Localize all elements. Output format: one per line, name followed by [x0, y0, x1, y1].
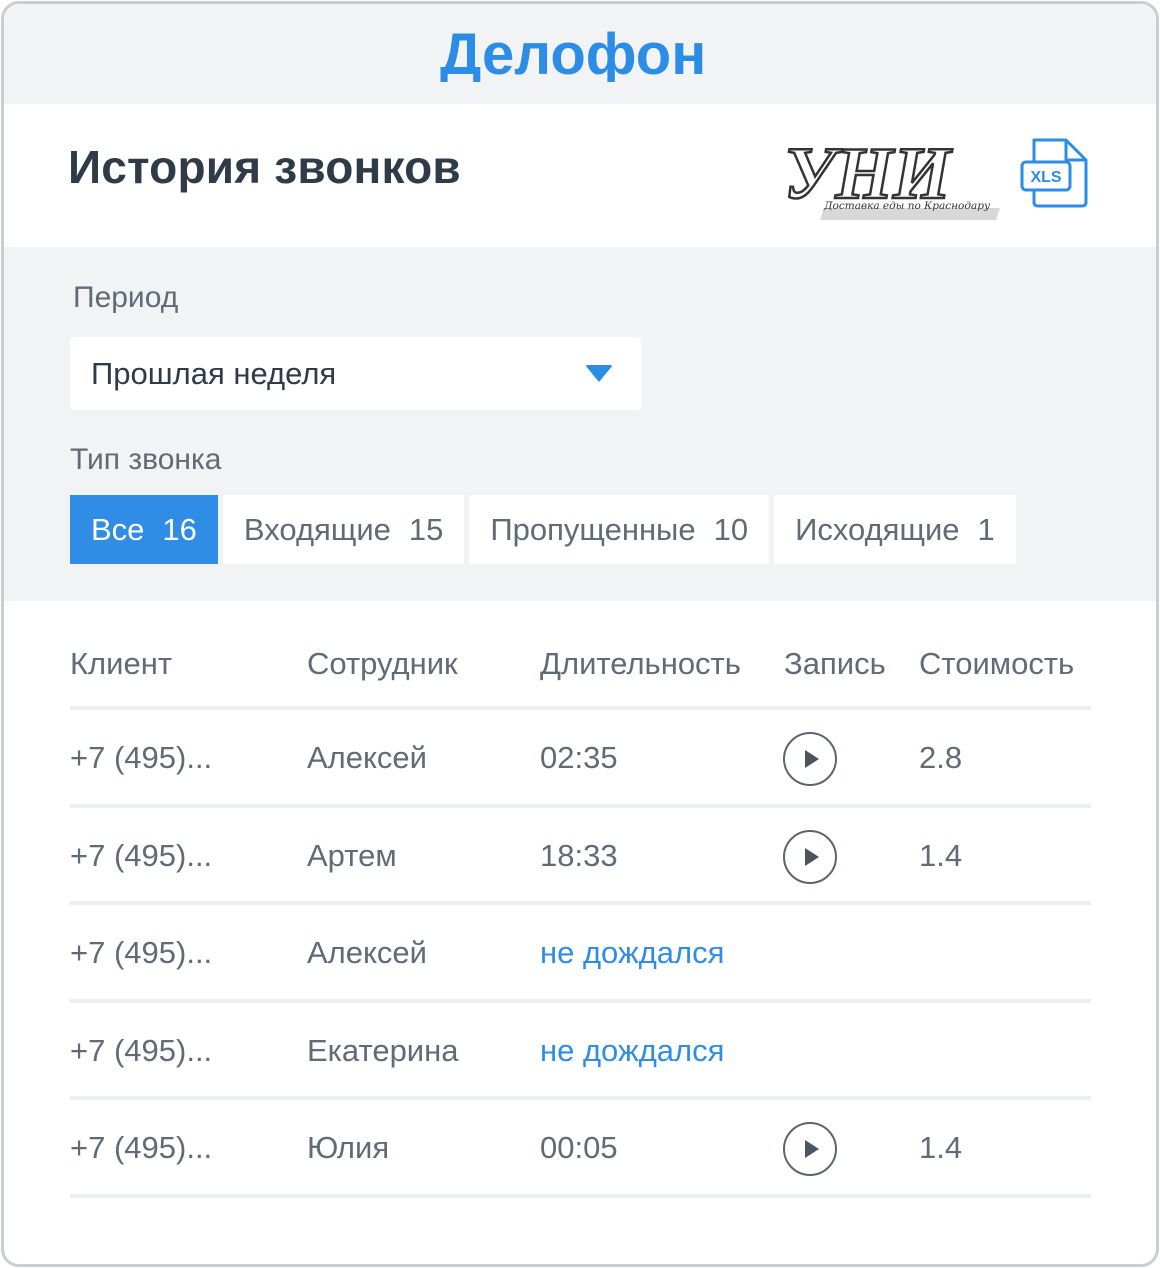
employee-name: Алексей [307, 935, 427, 971]
brand-name: Делофон [440, 26, 706, 82]
tab-missed[interactable]: Пропущенные 10 [469, 495, 770, 564]
call-type-tabs: Все 16 Входящие 15 Пропущенные 10 Исходя… [70, 495, 1016, 564]
column-header-client[interactable]: Клиент [70, 646, 172, 682]
tab-label: Пропущенные [490, 511, 696, 547]
tab-label: Входящие [243, 511, 391, 547]
employee-name: Алексей [307, 740, 427, 775]
delofon-logo-icon: Делофон [440, 26, 706, 82]
brand-logo[interactable]: Делофон [440, 26, 720, 82]
client-phone: +7 (495)... [70, 1130, 213, 1166]
column-header-duration[interactable]: Длительность [540, 646, 741, 682]
tab-label: Все [91, 511, 145, 547]
employee-name: Артем [307, 837, 397, 873]
play-icon[interactable] [783, 732, 837, 786]
table-row[interactable]: +7 (495)... Алексей не дождался [70, 905, 1091, 1003]
play-icon[interactable] [783, 1122, 837, 1177]
call-type-label: Тип звонка [70, 443, 222, 476]
employee-name: Юлия [307, 1130, 390, 1166]
period-label: Период [73, 281, 179, 314]
chevron-down-icon [585, 365, 613, 382]
column-header-cost[interactable]: Стоимость [919, 646, 1074, 682]
xls-file-icon: XLS [1020, 138, 1088, 208]
call-cost: 2.8 [919, 740, 963, 775]
call-duration: 02:35 [540, 740, 618, 775]
table-row[interactable]: +7 (495)... Артем 18:33 1.4 [70, 808, 1091, 906]
call-duration: 18:33 [540, 837, 618, 873]
tab-all[interactable]: Все 16 [70, 495, 218, 564]
tab-count: 1 [977, 511, 995, 547]
calls-table: Клиент Сотрудник Длительность Запись Сто… [70, 604, 1091, 1198]
client-logo: УНИ Доставка еды по Краснодару [780, 126, 1002, 227]
title-area: История звонков УНИ Доставка еды по Крас… [4, 104, 1156, 247]
call-duration: 00:05 [540, 1130, 618, 1166]
tab-count: 15 [408, 511, 444, 547]
table-header: Клиент Сотрудник Длительность Запись Сто… [70, 604, 1091, 710]
page-title: История звонков [68, 141, 461, 193]
tab-count: 16 [162, 511, 197, 547]
client-phone: +7 (495)... [70, 935, 213, 971]
xls-label: XLS [1030, 169, 1061, 186]
period-value: Прошлая неделя [91, 355, 337, 391]
tab-incoming[interactable]: Входящие 15 [222, 495, 465, 564]
filters-panel: Период Прошлая неделя Тип звонка Все 16 … [4, 247, 1156, 601]
period-select[interactable]: Прошлая неделя [70, 337, 641, 410]
play-icon[interactable] [783, 829, 837, 884]
tab-outgoing[interactable]: Исходящие 1 [774, 495, 1016, 564]
app-frame: Делофон История звонков УНИ Доставка еды… [1, 1, 1159, 1267]
client-phone: +7 (495)... [70, 740, 213, 775]
client-phone: +7 (495)... [70, 1032, 213, 1068]
table-row[interactable]: +7 (495)... Юлия 00:05 1.4 [70, 1100, 1091, 1198]
employee-name: Екатерина [307, 1032, 459, 1068]
missed-status: не дождался [540, 1032, 725, 1068]
column-header-employee[interactable]: Сотрудник [307, 646, 458, 682]
tab-label: Исходящие [795, 511, 960, 547]
export-xls-button[interactable]: XLS [1020, 136, 1094, 215]
table-row[interactable]: +7 (495)... Алексей 02:35 2.8 [70, 710, 1091, 808]
table-row[interactable]: +7 (495)... Екатерина не дождался [70, 1003, 1091, 1101]
call-cost: 1.4 [919, 837, 963, 873]
missed-status: не дождался [540, 935, 725, 971]
column-header-record[interactable]: Запись [784, 646, 886, 682]
top-bar: Делофон [4, 4, 1156, 104]
call-cost: 1.4 [919, 1130, 963, 1166]
client-phone: +7 (495)... [70, 837, 213, 873]
client-logo-tagline: Доставка еды по Краснодару [824, 200, 991, 212]
tab-count: 10 [713, 511, 749, 547]
